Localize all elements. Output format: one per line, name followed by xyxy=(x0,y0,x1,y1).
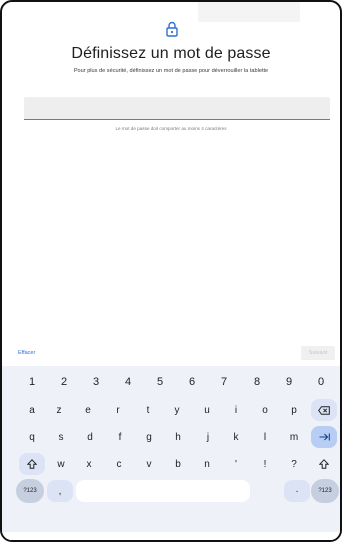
lock-icon xyxy=(165,20,179,38)
key-7[interactable]: 7 xyxy=(210,372,238,392)
shift-icon xyxy=(27,459,37,469)
key-a[interactable]: a xyxy=(18,399,46,421)
key-r[interactable]: r xyxy=(104,399,132,421)
period-key[interactable]: · xyxy=(284,480,310,502)
key-w[interactable]: w xyxy=(47,453,75,475)
comma-key[interactable]: , xyxy=(47,480,73,502)
symbols-key-right[interactable]: ?123 xyxy=(311,479,339,503)
key-j[interactable]: j xyxy=(194,426,222,448)
key-c[interactable]: c xyxy=(105,453,133,475)
password-hint: Le mot de passe doit comporter au moins … xyxy=(115,126,227,131)
backspace-key[interactable] xyxy=(311,399,337,421)
key-s[interactable]: s xyxy=(47,426,75,448)
key-t[interactable]: t xyxy=(134,399,162,421)
key-exclamation[interactable]: ! xyxy=(251,453,279,475)
navigation-bar xyxy=(2,532,340,540)
key-i[interactable]: i xyxy=(222,399,250,421)
key-5[interactable]: 5 xyxy=(146,372,174,392)
key-y[interactable]: y xyxy=(163,399,191,421)
key-l[interactable]: l xyxy=(251,426,279,448)
on-screen-keyboard: 1 2 3 4 5 6 7 8 9 0 a z e r t y u i o p … xyxy=(2,366,340,540)
clear-button[interactable]: Effacer xyxy=(18,350,35,356)
next-button[interactable]: Suivant xyxy=(301,346,335,360)
key-p[interactable]: p xyxy=(280,399,308,421)
key-d[interactable]: d xyxy=(76,426,104,448)
key-n[interactable]: n xyxy=(193,453,221,475)
key-1[interactable]: 1 xyxy=(18,372,46,392)
key-h[interactable]: h xyxy=(164,426,192,448)
shift-icon xyxy=(319,459,329,469)
tablet-screen: Définissez un mot de passe Pour plus de … xyxy=(0,0,342,542)
key-u[interactable]: u xyxy=(193,399,221,421)
shift-key-left[interactable] xyxy=(19,453,45,475)
key-4[interactable]: 4 xyxy=(114,372,142,392)
key-3[interactable]: 3 xyxy=(82,372,110,392)
tab-icon xyxy=(319,433,330,441)
key-b[interactable]: b xyxy=(164,453,192,475)
key-e[interactable]: e xyxy=(74,399,102,421)
symbols-key-left[interactable]: ?123 xyxy=(16,479,44,503)
key-2[interactable]: 2 xyxy=(50,372,78,392)
key-9[interactable]: 9 xyxy=(275,372,303,392)
key-g[interactable]: g xyxy=(135,426,163,448)
tab-key[interactable] xyxy=(311,426,337,448)
page-subtitle: Pour plus de sécurité, définissez un mot… xyxy=(73,68,269,74)
key-f[interactable]: f xyxy=(106,426,134,448)
key-k[interactable]: k xyxy=(222,426,250,448)
key-6[interactable]: 6 xyxy=(178,372,206,392)
key-question[interactable]: ? xyxy=(280,453,308,475)
key-v[interactable]: v xyxy=(135,453,163,475)
backspace-icon xyxy=(318,405,330,415)
shift-key-right[interactable] xyxy=(311,453,337,475)
key-o[interactable]: o xyxy=(251,399,279,421)
status-bar xyxy=(198,2,300,22)
key-8[interactable]: 8 xyxy=(243,372,271,392)
key-m[interactable]: m xyxy=(280,426,308,448)
key-0[interactable]: 0 xyxy=(307,372,335,392)
space-bar[interactable] xyxy=(76,480,250,502)
key-apostrophe[interactable]: ' xyxy=(222,453,250,475)
key-q[interactable]: q xyxy=(18,426,46,448)
page-title: Définissez un mot de passe xyxy=(71,45,271,62)
key-z[interactable]: z xyxy=(45,399,73,421)
password-input[interactable] xyxy=(24,97,330,120)
key-x[interactable]: x xyxy=(75,453,103,475)
